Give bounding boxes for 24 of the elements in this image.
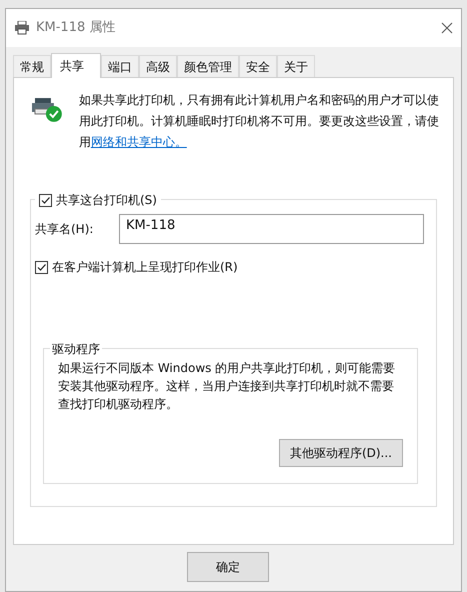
sharing-description: 如果共享此打印机，只有拥有此计算机用户名和密码的用户才可以使用此打印机。计算机睡眠时打印机将不可用。要更改这些设置，请使用网络和共享中心。: [78, 92, 439, 151]
tab[interactable]: 颜色管理: [177, 55, 239, 77]
printer-icon: [14, 21, 30, 35]
checkbox-label: 在客户端计算机上呈现打印作业(R): [52, 259, 238, 276]
checkbox-row[interactable]: 在客户端计算机上呈现打印作业(R): [35, 258, 424, 276]
ok-button[interactable]: 确定: [187, 552, 269, 582]
tab[interactable]: 常规: [13, 55, 51, 77]
close-icon[interactable]: [441, 22, 453, 34]
network-sharing-center-link[interactable]: 网络和共享中心。: [90, 135, 187, 149]
checkbox-row[interactable]: 共享这台打印机(S): [39, 191, 157, 209]
window-title: KM-118 属性: [36, 19, 116, 38]
checkbox[interactable]: [39, 194, 52, 206]
tab[interactable]: 高级: [139, 55, 177, 77]
share-name-label: 共享名(H):: [35, 221, 94, 238]
tab[interactable]: 端口: [101, 55, 139, 77]
checkbox[interactable]: [35, 260, 48, 274]
checkbox-label: 共享这台打印机(S): [56, 192, 157, 209]
additional-drivers-button[interactable]: 其他驱动程序(D)...: [278, 439, 403, 467]
share-name-field[interactable]: KM-118: [119, 214, 424, 244]
group-title: 驱动程序: [50, 340, 102, 358]
driver-description: 如果运行不同版本 Windows 的用户共享此打印机，则可能需要安装其他驱动程序。这样，当用户连接到共享打印机时就不需要查找打印机驱动程序。: [58, 360, 396, 413]
tab[interactable]: 关于: [277, 55, 315, 77]
tab[interactable]: 共享: [51, 53, 101, 78]
tab[interactable]: 安全: [239, 55, 277, 77]
